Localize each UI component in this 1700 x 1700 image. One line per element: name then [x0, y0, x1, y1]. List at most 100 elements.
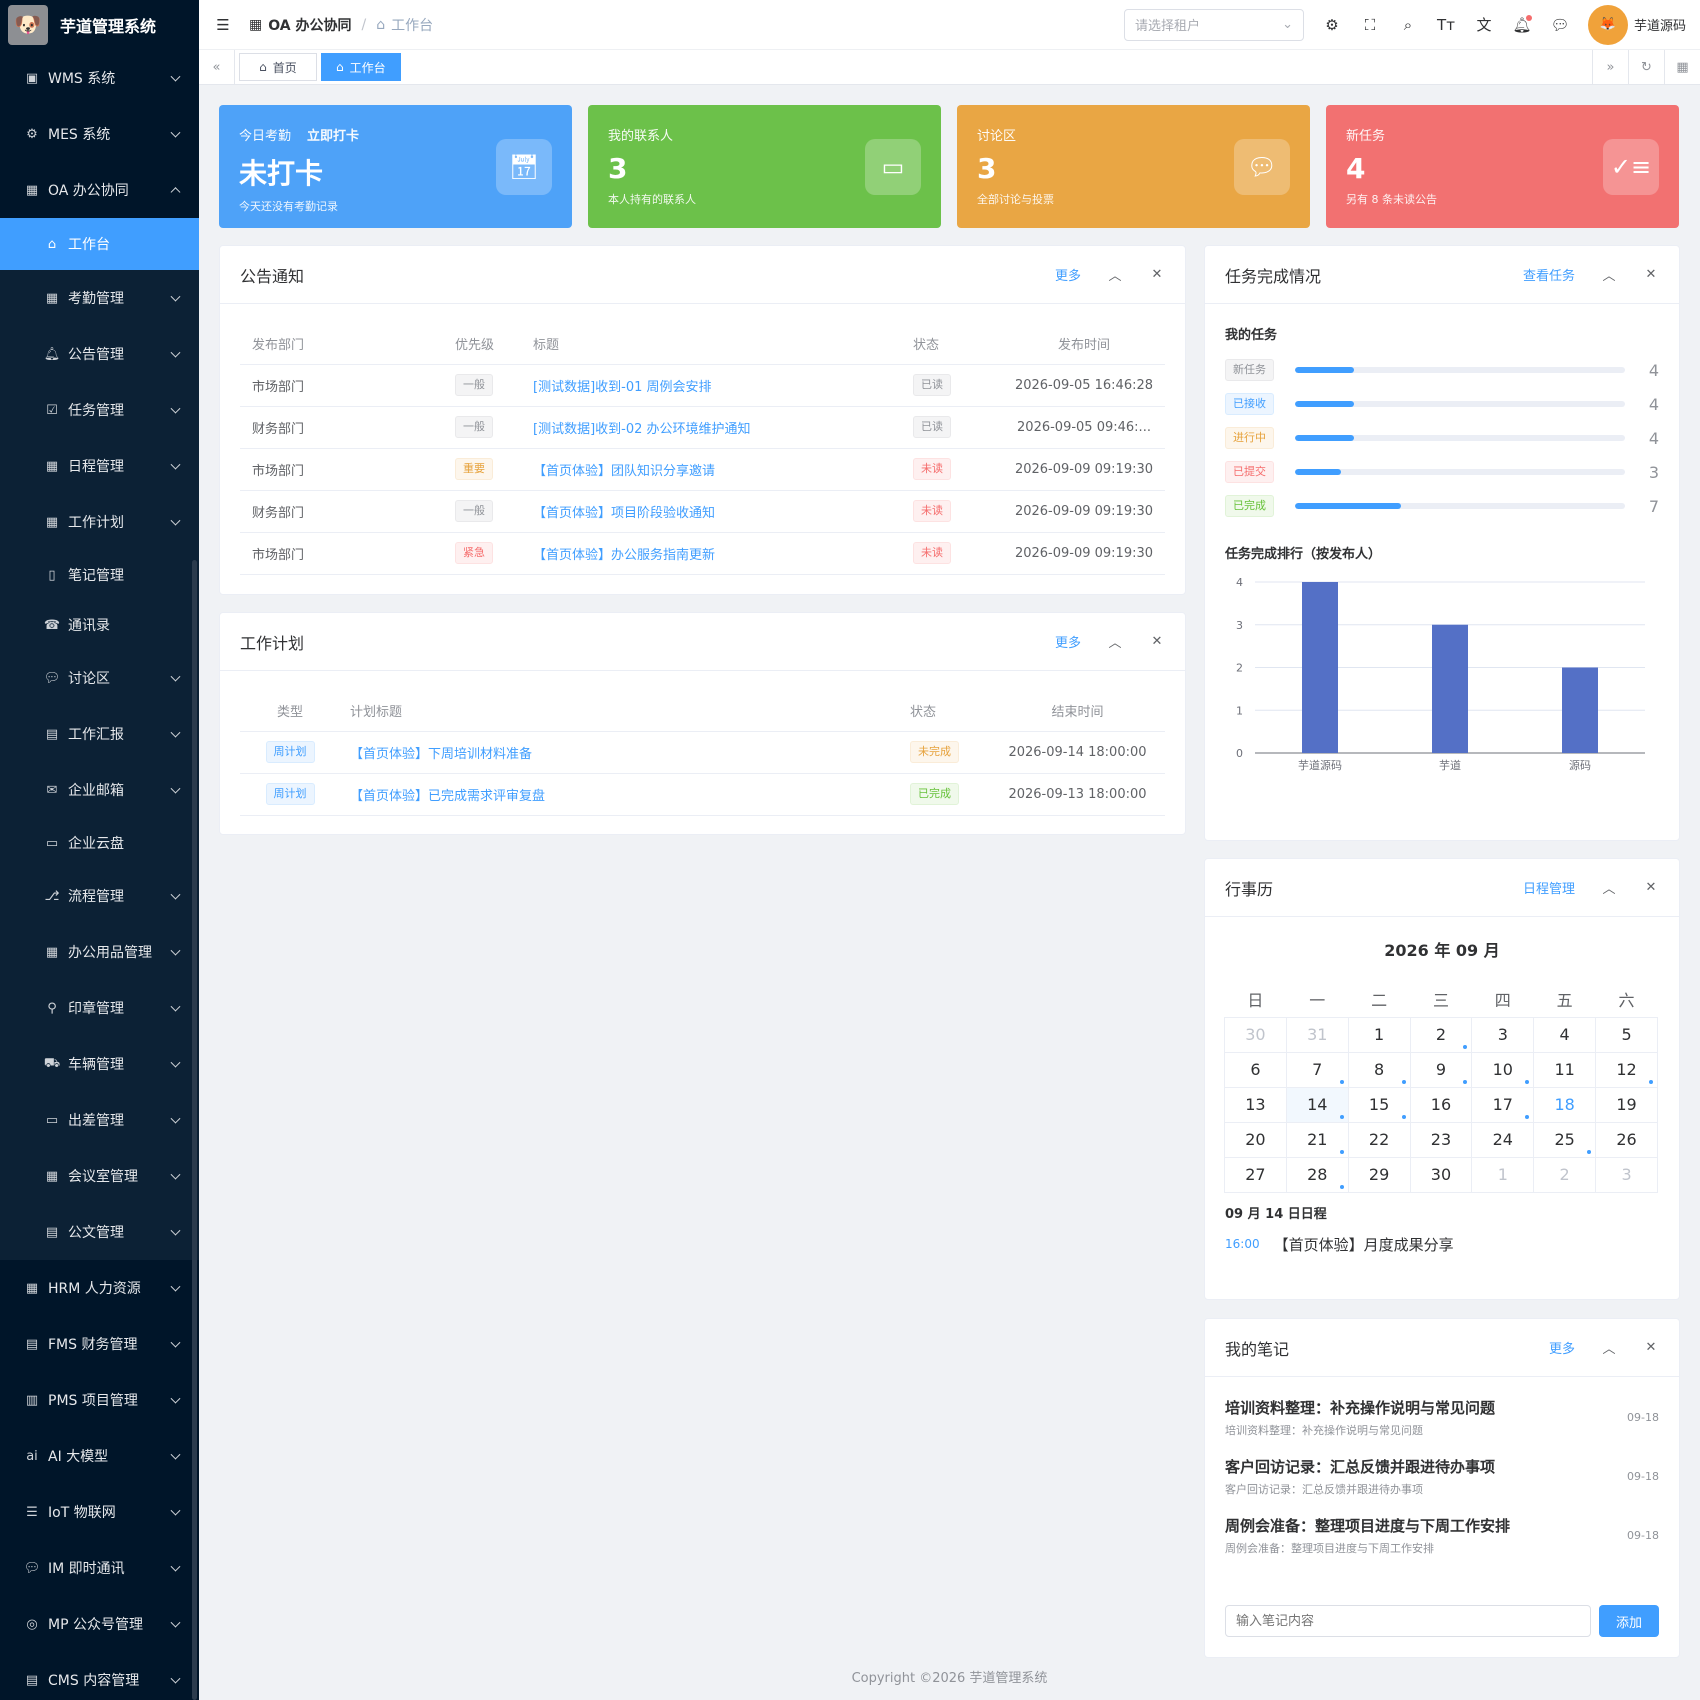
- sidebar-item-oa[interactable]: ▦ OA 办公协同: [0, 162, 199, 218]
- plan-title-link[interactable]: 【首页体验】已完成需求评审复盘: [350, 789, 545, 804]
- sidebar-item-oa-18[interactable]: ▤ 公文管理: [0, 1204, 199, 1260]
- calendar-day[interactable]: 30: [1409, 1156, 1473, 1193]
- calendar-day[interactable]: 23: [1409, 1121, 1473, 1158]
- notice-title-link[interactable]: 【首页体验】办公服务指南更新: [533, 548, 715, 563]
- table-row[interactable]: 周计划 【首页体验】已完成需求评审复盘 已完成 2026-09-13 18:00:00: [240, 773, 1165, 816]
- stat-card-discussion[interactable]: 讨论区 3 全部讨论与投票 💬︎: [957, 105, 1310, 228]
- calendar-day[interactable]: 21: [1285, 1121, 1349, 1158]
- calendar-day[interactable]: 27: [1224, 1156, 1287, 1193]
- close-icon[interactable]: ✕: [1643, 267, 1659, 282]
- collapse-icon[interactable]: ︿: [1601, 265, 1617, 284]
- search-icon[interactable]: ⌕: [1398, 15, 1418, 35]
- sidebar-item-oa-16[interactable]: ▭ 出差管理: [0, 1092, 199, 1148]
- calendar-day[interactable]: 9: [1409, 1051, 1473, 1088]
- bell-icon[interactable]: 🔔︎: [1512, 14, 1532, 35]
- calendar-day[interactable]: 7: [1285, 1051, 1349, 1088]
- tag-workbench[interactable]: ⌂ 工作台: [321, 53, 401, 81]
- note-item[interactable]: 周例会准备：整理项目进度与下周工作安排 周例会准备：整理项目进度与下周工作安排 09…: [1205, 1515, 1679, 1574]
- sidebar-item-bottom-0[interactable]: ▦ HRM 人力资源: [0, 1260, 199, 1316]
- sidebar-item-oa-10[interactable]: ✉ 企业邮箱: [0, 762, 199, 818]
- calendar-day[interactable]: 28: [1285, 1156, 1349, 1193]
- table-row[interactable]: 周计划 【首页体验】下周培训材料准备 未完成 2026-09-14 18:00:00: [240, 731, 1165, 774]
- view-tasks-link[interactable]: 查看任务: [1523, 265, 1575, 284]
- sidebar-item-wms[interactable]: ▣ WMS 系统: [0, 50, 199, 106]
- calendar-day[interactable]: 5: [1595, 1016, 1658, 1053]
- stat-card-tasks[interactable]: 新任务 4 另有 8 条未读公告 ✓≡: [1326, 105, 1679, 228]
- sidebar-item-oa-7[interactable]: ☎ 通讯录: [0, 600, 199, 650]
- fullscreen-icon[interactable]: ⛶: [1360, 15, 1380, 35]
- sidebar-item-oa-2[interactable]: 🔔︎ 公告管理: [0, 326, 199, 382]
- note-input[interactable]: [1225, 1605, 1591, 1637]
- calendar-day[interactable]: 17: [1471, 1086, 1535, 1123]
- more-link[interactable]: 更多: [1055, 632, 1081, 651]
- double-left-icon[interactable]: «: [199, 49, 235, 85]
- calendar-day[interactable]: 14: [1285, 1086, 1349, 1123]
- hamburger-icon[interactable]: ☰: [213, 15, 233, 35]
- calendar-day[interactable]: 4: [1533, 1016, 1597, 1053]
- event-item[interactable]: 16:00 【首页体验】月度成果分享: [1225, 1234, 1659, 1255]
- calendar-day[interactable]: 24: [1471, 1121, 1535, 1158]
- calendar-day[interactable]: 20: [1224, 1121, 1287, 1158]
- tag-home[interactable]: ⌂ 首页: [239, 53, 317, 81]
- close-icon[interactable]: ✕: [1149, 634, 1165, 649]
- stat-card-contacts[interactable]: 我的联系人 3 本人持有的联系人 ▭: [588, 105, 941, 228]
- sidebar-item-oa-3[interactable]: ☑ 任务管理: [0, 382, 199, 438]
- calendar-day[interactable]: 29: [1347, 1156, 1411, 1193]
- calendar-day[interactable]: 30: [1224, 1016, 1287, 1053]
- sidebar-item-oa-15[interactable]: ⛟ 车辆管理: [0, 1036, 199, 1092]
- calendar-day[interactable]: 10: [1471, 1051, 1535, 1088]
- calendar-day[interactable]: 3: [1471, 1016, 1535, 1053]
- add-note-button[interactable]: 添加: [1599, 1605, 1659, 1637]
- calendar-day[interactable]: 18: [1533, 1086, 1597, 1123]
- calendar-day[interactable]: 1: [1471, 1156, 1535, 1193]
- sidebar-item-oa-13[interactable]: ▦ 办公用品管理: [0, 924, 199, 980]
- sidebar-item-bottom-4[interactable]: ☰ IoT 物联网: [0, 1484, 199, 1540]
- calendar-day[interactable]: 8: [1347, 1051, 1411, 1088]
- sidebar-item-bottom-2[interactable]: ▥ PMS 项目管理: [0, 1372, 199, 1428]
- close-icon[interactable]: ✕: [1149, 267, 1165, 282]
- calendar-day[interactable]: 26: [1595, 1121, 1658, 1158]
- collapse-icon[interactable]: ︿: [1601, 878, 1617, 897]
- calendar-day[interactable]: 22: [1347, 1121, 1411, 1158]
- calendar-day[interactable]: 15: [1347, 1086, 1411, 1123]
- table-row[interactable]: 财务部门 一般 [测试数据]收到-02 办公环境维护通知 已读 2026-09-05 0…: [240, 406, 1165, 449]
- sidebar-item-bottom-3[interactable]: ai AI 大模型: [0, 1428, 199, 1484]
- stat-card-attendance[interactable]: 今日考勤 立即打卡 未打卡 今天还没有考勤记录 📅︎: [219, 105, 572, 228]
- collapse-icon[interactable]: ︿: [1107, 265, 1123, 284]
- close-icon[interactable]: ✕: [1643, 1340, 1659, 1355]
- schedule-link[interactable]: 日程管理: [1523, 878, 1575, 897]
- calendar-day[interactable]: 13: [1224, 1086, 1287, 1123]
- note-item[interactable]: 客户回访记录：汇总反馈并跟进待办事项 客户回访记录：汇总反馈并跟进待办事项 09-1…: [1205, 1456, 1679, 1515]
- calendar-day[interactable]: 16: [1409, 1086, 1473, 1123]
- table-row[interactable]: 市场部门 紧急 【首页体验】办公服务指南更新 未读 2026-09-09 09:19:3…: [240, 532, 1165, 575]
- notice-title-link[interactable]: [测试数据]收到-02 办公环境维护通知: [533, 422, 751, 437]
- breadcrumb-oa[interactable]: OA 办公协同: [268, 15, 351, 35]
- more-link[interactable]: 更多: [1549, 1338, 1575, 1357]
- bar[interactable]: [1302, 582, 1338, 753]
- plan-title-link[interactable]: 【首页体验】下周培训材料准备: [350, 747, 532, 762]
- close-icon[interactable]: ✕: [1643, 880, 1659, 895]
- notice-title-link[interactable]: 【首页体验】项目阶段验收通知: [533, 506, 715, 521]
- sidebar-item-bottom-6[interactable]: ◎ MP 公众号管理: [0, 1596, 199, 1652]
- translate-icon[interactable]: 文: [1474, 15, 1494, 35]
- clock-in-link[interactable]: 立即打卡: [307, 125, 359, 144]
- grid-icon[interactable]: ▦: [1664, 49, 1700, 85]
- font-size-icon[interactable]: Tт: [1436, 15, 1456, 35]
- sidebar-item-oa-14[interactable]: ⚲ 印章管理: [0, 980, 199, 1036]
- sidebar-item-bottom-1[interactable]: ▤ FMS 财务管理: [0, 1316, 199, 1372]
- table-row[interactable]: 财务部门 一般 【首页体验】项目阶段验收通知 未读 2026-09-09 09:19:3…: [240, 490, 1165, 533]
- calendar-day[interactable]: 31: [1285, 1016, 1349, 1053]
- settings-icon[interactable]: ⚙: [1322, 15, 1342, 35]
- sidebar-item-oa-17[interactable]: ▦ 会议室管理: [0, 1148, 199, 1204]
- table-row[interactable]: 市场部门 重要 【首页体验】团队知识分享邀请 未读 2026-09-09 09:19:3…: [240, 448, 1165, 491]
- sidebar-item-oa-8[interactable]: 💬︎ 讨论区: [0, 650, 199, 706]
- calendar-day[interactable]: 25: [1533, 1121, 1597, 1158]
- sidebar-item-oa-11[interactable]: ▭ 企业云盘: [0, 818, 199, 868]
- more-link[interactable]: 更多: [1055, 265, 1081, 284]
- calendar-day[interactable]: 3: [1595, 1156, 1658, 1193]
- sidebar-item-oa-9[interactable]: ▤ 工作汇报: [0, 706, 199, 762]
- note-item[interactable]: 培训资料整理：补充操作说明与常见问题 培训资料整理：补充操作说明与常见问题 09-1…: [1205, 1397, 1679, 1456]
- bar[interactable]: [1562, 667, 1598, 754]
- notice-title-link[interactable]: 【首页体验】团队知识分享邀请: [533, 464, 715, 479]
- calendar-day[interactable]: 2: [1533, 1156, 1597, 1193]
